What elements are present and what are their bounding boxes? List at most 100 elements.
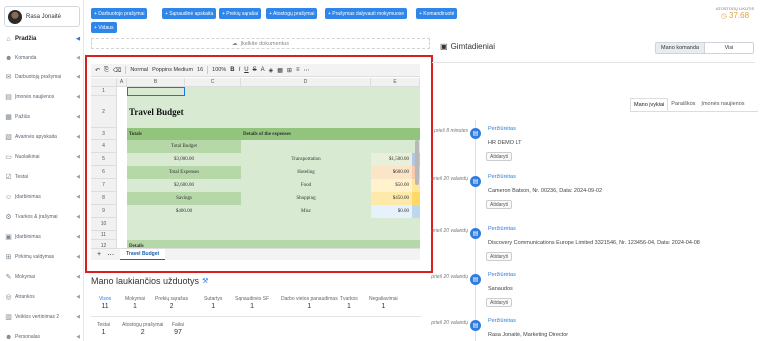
total-expenses-label[interactable]: Total Expenses — [127, 166, 241, 179]
details-section-label[interactable]: Details — [127, 240, 420, 248]
font-select[interactable]: Poppins Medium — [152, 67, 193, 73]
italic-icon[interactable]: I — [239, 67, 241, 73]
total-expenses-value[interactable]: $2,600.00 — [127, 179, 241, 192]
sidebar-item[interactable]: ✎ Mokymai ◀ — [0, 270, 83, 284]
row-header[interactable]: 5 — [91, 153, 117, 166]
sidebar-item[interactable]: ☻ Komanda ◀ — [0, 51, 83, 65]
tab-applications[interactable]: Paraiškos — [668, 98, 698, 111]
sidebar-item[interactable]: ⌂ Pradžia ◀ — [0, 32, 83, 46]
add-employee-request-button[interactable]: + Darbuotojo prašymai — [91, 8, 148, 19]
task-tab[interactable]: Mokymai 1 — [125, 296, 145, 310]
row-header[interactable]: 8 — [91, 192, 117, 205]
empty-cell[interactable] — [241, 218, 420, 231]
align-icon[interactable]: ≡ — [296, 67, 300, 73]
add-sheet-icon[interactable]: + — [97, 251, 101, 258]
add-business-trip-button[interactable]: + Komandiruotė — [416, 8, 458, 19]
row-header[interactable]: 4 — [91, 140, 117, 153]
borders-icon[interactable]: ▦ — [277, 67, 283, 74]
sidebar-item[interactable]: ☺ Įdarbinimas ◀ — [0, 190, 83, 204]
total-budget-value[interactable]: $3,000.00 — [127, 153, 241, 166]
add-internal-button[interactable]: + Vidaus — [91, 22, 117, 33]
row-header[interactable]: 2 — [91, 96, 117, 128]
strikethrough-icon[interactable]: S — [253, 67, 257, 73]
open-button[interactable]: Atidaryti — [486, 152, 513, 161]
task-tab[interactable]: Atostogų prašymai 2 — [122, 322, 163, 336]
details-header[interactable]: Details of the expenses — [241, 128, 420, 140]
total-budget-label[interactable]: Total Budget — [127, 140, 241, 153]
feed-author[interactable]: Peržiūrėtas — [488, 226, 516, 232]
bold-icon[interactable]: B — [230, 67, 234, 73]
style-select[interactable]: Normal — [130, 67, 148, 73]
add-product-list-button[interactable]: + Prekių sąrašai — [219, 8, 261, 19]
tab-company-news[interactable]: Įmonės naujienos — [698, 98, 747, 111]
expense-label[interactable]: Hoteling — [241, 166, 371, 179]
sheet-scrollbar[interactable] — [415, 140, 419, 185]
toggle-my-team[interactable]: Mano komanda — [656, 43, 705, 53]
feed-author[interactable]: Peržiūrėtas — [488, 272, 516, 278]
font-size-select[interactable]: 16 — [197, 67, 203, 73]
empty-cell[interactable] — [127, 218, 241, 231]
task-tab[interactable]: Sutartys 1 — [204, 296, 222, 310]
upload-documents-dropzone[interactable]: ☁ Įkelkite dokumentus — [91, 38, 430, 49]
expense-value[interactable]: $600.00 — [371, 166, 412, 179]
sidebar-item[interactable]: ▧ Avarinės apyskaita ◀ — [0, 130, 83, 144]
more-icon[interactable]: ⋯ — [303, 67, 309, 74]
expense-label[interactable]: Transportation — [241, 153, 371, 166]
column-header[interactable]: E — [371, 78, 420, 87]
task-tab[interactable]: Testai 1 — [97, 322, 110, 336]
savings-value[interactable]: $400.00 — [127, 205, 241, 218]
row-header[interactable]: 12 — [91, 240, 117, 248]
column-header[interactable]: A — [117, 78, 127, 87]
selected-cell[interactable] — [127, 87, 185, 96]
zoom-select[interactable]: 100% — [212, 67, 226, 73]
sheet-title[interactable]: Travel Budget — [127, 96, 420, 128]
row-header[interactable]: 3 — [91, 128, 117, 140]
sheet-tab-travel-budget[interactable]: Travel Budget — [120, 249, 166, 260]
row-header[interactable]: 7 — [91, 179, 117, 192]
task-tab[interactable]: Sąnaudinės SF 1 — [235, 296, 269, 310]
open-button[interactable]: Atidaryti — [486, 252, 513, 261]
add-expense-button[interactable]: + Sąnaudinė apskaita — [162, 8, 217, 19]
all-sheets-icon[interactable]: ⋯ — [107, 251, 114, 259]
undo-icon[interactable]: ↶ — [95, 67, 100, 74]
fill-color-icon[interactable]: ◈ — [269, 67, 274, 74]
task-tab[interactable]: Prekių sąrašas 2 — [155, 296, 188, 310]
sheet-grid[interactable]: A B C D E 1 2 3 4 5 6 7 8 9 10 11 12 Tra… — [91, 78, 420, 248]
sidebar-item[interactable]: ⚙ Tvarkos & įrašymai ◀ — [0, 210, 83, 224]
feed-author[interactable]: Peržiūrėtas — [488, 318, 516, 324]
expense-value[interactable]: $1,500.00 — [371, 153, 412, 166]
sidebar-item[interactable]: ▥ Veiklos vertinimas 2 ◀ — [0, 310, 83, 324]
expense-value[interactable]: $0.00 — [371, 205, 412, 218]
sidebar-item[interactable]: ✉ Darbuotojų prašymai ◀ — [0, 70, 83, 84]
task-tab[interactable]: Darbo vietos panaudimas 1 — [281, 296, 338, 310]
empty-cell[interactable] — [241, 140, 371, 153]
savings-label[interactable]: Savings — [127, 192, 241, 205]
row-header[interactable]: 10 — [91, 218, 117, 231]
paint-format-icon[interactable]: ⎘ — [104, 67, 109, 74]
settings-icon[interactable]: ⚒ — [202, 277, 208, 285]
task-tab[interactable]: Tvarkos 1 — [340, 296, 358, 310]
merge-icon[interactable]: ⊞ — [287, 67, 292, 74]
empty-cell[interactable] — [371, 140, 420, 153]
add-vacation-request-button[interactable]: + Atostogų prašymai — [266, 8, 318, 19]
row-header[interactable]: 11 — [91, 231, 117, 240]
task-tab[interactable]: Visos 11 — [99, 296, 111, 310]
feed-author[interactable]: Peržiūrėtas — [488, 126, 516, 132]
open-button[interactable]: Atidaryti — [486, 200, 513, 209]
expense-value[interactable]: $450.00 — [371, 192, 412, 205]
row-header[interactable]: 9 — [91, 205, 117, 218]
toggle-all[interactable]: Visi — [705, 43, 753, 53]
sidebar-item[interactable]: ◎ Atrankos ◀ — [0, 290, 83, 304]
user-menu[interactable]: Rasa Jonaitė — [4, 6, 80, 27]
task-tab[interactable]: Negaliavimai 1 — [369, 296, 398, 310]
totals-header[interactable]: Totals — [127, 128, 241, 140]
feed-author[interactable]: Peržiūrėtas — [488, 174, 516, 180]
sidebar-item[interactable]: ▦ Pažiūs ◀ — [0, 110, 83, 124]
tab-my-events[interactable]: Mano įvykiai — [630, 98, 669, 111]
column-header[interactable]: B — [127, 78, 185, 87]
clear-format-icon[interactable]: ⌫ — [113, 67, 121, 74]
sidebar-item[interactable]: ☻ Personalas ◀ — [0, 330, 83, 341]
underline-icon[interactable]: U — [244, 67, 248, 73]
expense-label[interactable]: Shopping — [241, 192, 371, 205]
row-header[interactable]: 6 — [91, 166, 117, 179]
